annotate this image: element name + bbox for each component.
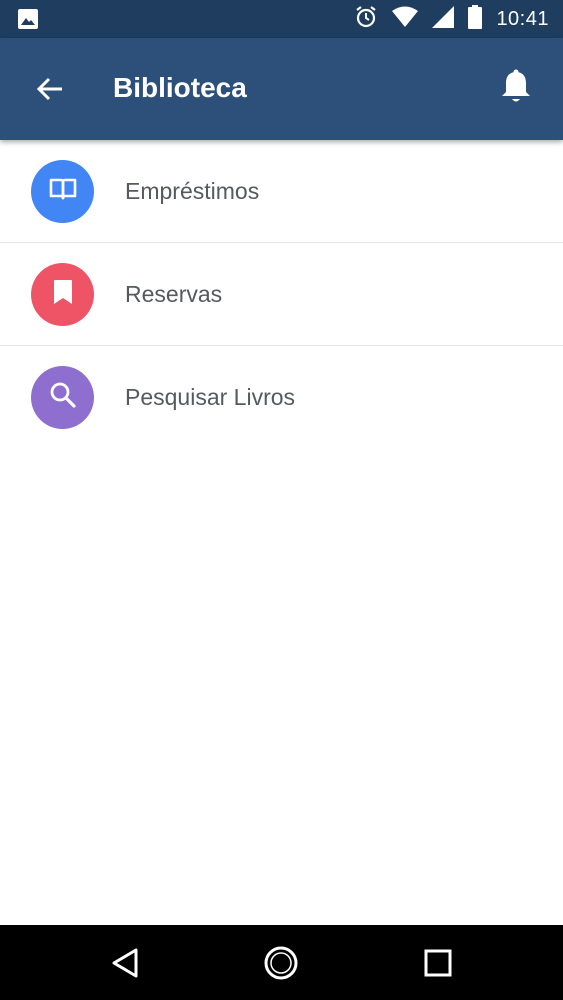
menu-item-label: Reservas	[125, 281, 223, 307]
open-book-icon	[48, 176, 78, 207]
app-bar: Biblioteca	[0, 38, 563, 140]
menu-item-pesquisar-livros[interactable]: Pesquisar Livros	[0, 346, 563, 449]
home-circle-icon[interactable]	[263, 945, 299, 981]
page-title: Biblioteca	[113, 72, 247, 103]
search-icon	[49, 381, 77, 414]
menu-item-icon-circle	[31, 263, 94, 326]
alarm-icon	[354, 5, 378, 34]
menu-item-label: Empréstimos	[125, 178, 260, 204]
image-notification-icon	[18, 9, 38, 34]
menu-item-reservas[interactable]: Reservas	[0, 243, 563, 346]
wifi-icon	[392, 6, 419, 33]
menu-item-emprestimos[interactable]: Empréstimos	[0, 140, 563, 243]
menu-list: Empréstimos Reservas Pesquisar Livros	[0, 140, 563, 449]
arrow-left-icon[interactable]	[34, 73, 66, 105]
bookmark-icon	[52, 279, 74, 310]
menu-item-icon-circle	[31, 160, 94, 223]
system-nav-bar	[0, 925, 563, 1000]
status-time: 10:41	[496, 7, 549, 30]
menu-item-icon-circle	[31, 366, 94, 429]
menu-item-label: Pesquisar Livros	[125, 384, 296, 410]
battery-icon	[468, 4, 483, 34]
status-bar: 10:41	[0, 0, 563, 38]
recents-square-icon[interactable]	[420, 945, 456, 981]
bell-icon[interactable]	[499, 69, 533, 105]
back-triangle-icon[interactable]	[108, 945, 144, 981]
signal-icon	[432, 5, 455, 33]
